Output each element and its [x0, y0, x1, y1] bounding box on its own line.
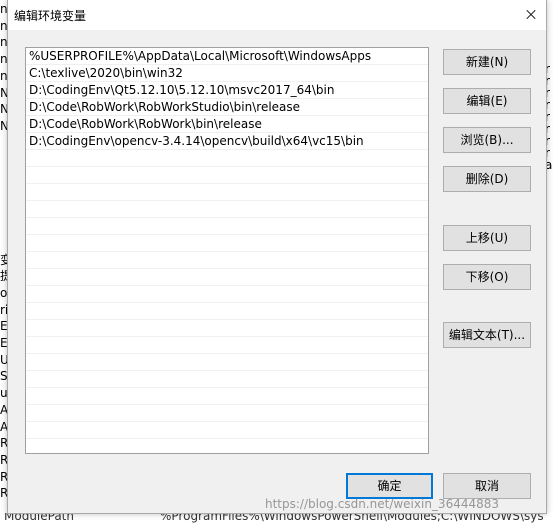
- list-item[interactable]: %USERPROFILE%\AppData\Local\Microsoft\Wi…: [26, 48, 428, 65]
- ok-button[interactable]: 确定: [346, 473, 433, 499]
- empty-row[interactable]: [26, 201, 428, 218]
- edit-button[interactable]: 编辑(E): [443, 88, 531, 114]
- background-row-value: %ProgramFiles%\WindowsPowerShell\Modules…: [160, 513, 544, 523]
- empty-row[interactable]: [26, 303, 428, 320]
- empty-row[interactable]: [26, 388, 428, 405]
- empty-row[interactable]: [26, 405, 428, 422]
- empty-row[interactable]: [26, 269, 428, 286]
- empty-row[interactable]: [26, 150, 428, 167]
- empty-row[interactable]: [26, 235, 428, 252]
- list-item[interactable]: D:\CodingEnv\opencv-3.4.14\opencv\build\…: [26, 133, 428, 150]
- cancel-button[interactable]: 取消: [443, 473, 531, 499]
- move-down-button[interactable]: 下移(O): [443, 264, 531, 290]
- empty-row[interactable]: [26, 286, 428, 303]
- move-up-button[interactable]: 上移(U): [443, 225, 531, 251]
- empty-row[interactable]: [26, 354, 428, 371]
- list-item[interactable]: D:\Code\RobWork\RobWorkStudio\bin\releas…: [26, 99, 428, 116]
- empty-row[interactable]: [26, 337, 428, 354]
- dialog-title: 编辑环境变量: [14, 9, 87, 23]
- empty-row[interactable]: [26, 252, 428, 269]
- watermark: https://blog.csdn.net/weixin_36444883: [265, 497, 500, 511]
- edit-text-button[interactable]: 编辑文本(T)...: [443, 322, 531, 348]
- empty-row[interactable]: [26, 371, 428, 388]
- list-item[interactable]: D:\CodingEnv\Qt5.12.10\5.12.10\msvc2017_…: [26, 82, 428, 99]
- close-icon[interactable]: [516, 0, 546, 30]
- empty-row[interactable]: [26, 167, 428, 184]
- list-item[interactable]: C:\texlive\2020\bin\win32: [26, 65, 428, 82]
- background-row-name: ModulePath: [4, 513, 74, 523]
- background-window-bottom: ModulePath %ProgramFiles%\WindowsPowerSh…: [0, 513, 553, 523]
- list-item[interactable]: D:\Code\RobWork\RobWork\bin\release: [26, 116, 428, 133]
- new-button[interactable]: 新建(N): [443, 49, 531, 75]
- empty-row[interactable]: [26, 184, 428, 201]
- empty-row[interactable]: [26, 320, 428, 337]
- empty-row[interactable]: [26, 422, 428, 439]
- edit-environment-variable-dialog: 编辑环境变量 %USERPROFILE%\AppData\Local\Micro…: [7, 0, 547, 514]
- empty-row[interactable]: [26, 218, 428, 235]
- title-bar: 编辑环境变量: [8, 0, 546, 30]
- path-list[interactable]: %USERPROFILE%\AppData\Local\Microsoft\Wi…: [25, 47, 429, 454]
- browse-button[interactable]: 浏览(B)...: [443, 127, 531, 153]
- delete-button[interactable]: 删除(D): [443, 166, 531, 192]
